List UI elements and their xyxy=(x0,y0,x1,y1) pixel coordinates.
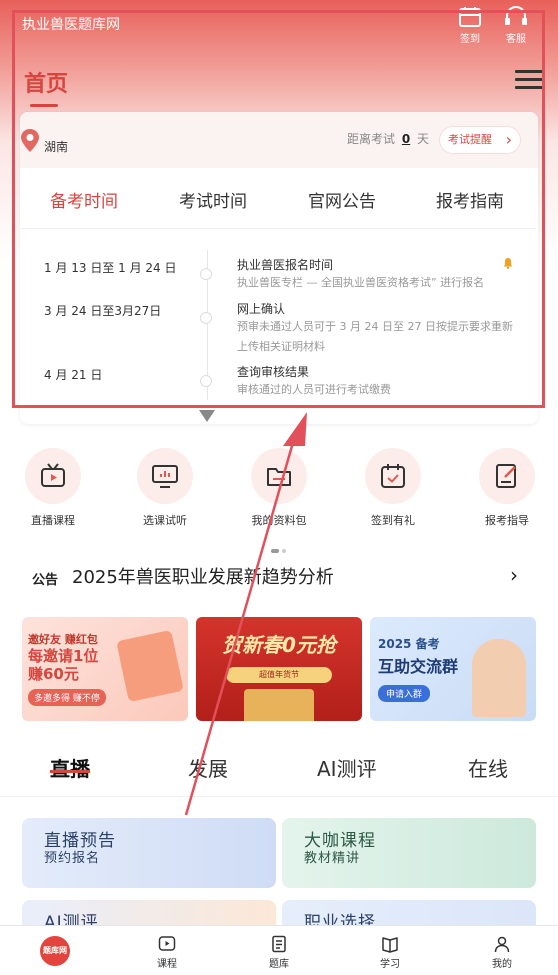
annotation-arrow xyxy=(184,412,307,816)
tabbar-label: 学习 xyxy=(380,959,400,970)
tabbar-label: 题库 xyxy=(269,959,289,970)
tabbar-item-profile[interactable]: 我的 xyxy=(472,935,532,970)
book-icon xyxy=(382,937,398,953)
tabbar-item-study[interactable]: 学习 xyxy=(360,935,420,970)
tabbar-label: 我的 xyxy=(492,959,512,970)
tabbar-item-questions[interactable]: 题库 xyxy=(249,935,309,970)
tabbar-item-course[interactable]: 课程 xyxy=(137,935,197,970)
document-icon xyxy=(272,935,286,953)
user-icon xyxy=(494,936,510,953)
home-logo-button[interactable]: 题库网 xyxy=(40,936,70,966)
play-circle-icon xyxy=(158,936,176,951)
tabbar-label: 课程 xyxy=(157,959,177,970)
